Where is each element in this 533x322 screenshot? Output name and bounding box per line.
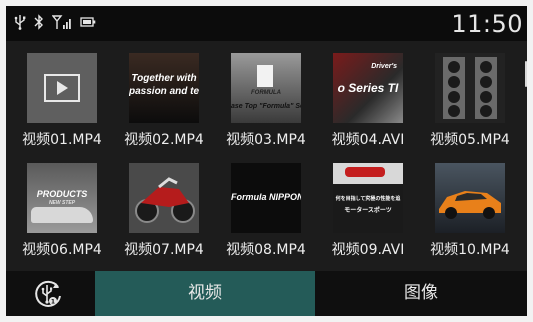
- thumbnail: Together with passion and tec: [129, 53, 199, 123]
- svg-text:1: 1: [51, 299, 55, 306]
- file-item[interactable]: 视频05.MP4: [420, 41, 520, 148]
- file-item[interactable]: PRODUCTS NEW STEP 视频06.MP4: [12, 151, 112, 258]
- file-grid: 视频01.MP4 Together with passion and tec 视…: [6, 41, 527, 271]
- motorcycle-image: [135, 177, 195, 223]
- thumbnail: FORMULA ase Top "Formula" Serie: [231, 53, 301, 123]
- thumb-caption: FORMULA: [251, 90, 281, 96]
- scrollbar[interactable]: [525, 61, 527, 87]
- thumbnail: [435, 163, 505, 233]
- thumb-caption: passion and tec: [129, 86, 199, 97]
- media-screen: 11:50 视频01.MP4 Together with passion and…: [6, 6, 527, 316]
- bluetooth-icon: [34, 14, 43, 30]
- status-bar: 11:50: [6, 6, 527, 41]
- bottom-bar: 1 视频 图像: [6, 271, 527, 316]
- thumb-caption: o Series TI: [337, 81, 399, 95]
- file-name: 视频06.MP4: [22, 242, 102, 258]
- file-item[interactable]: 视频01.MP4: [12, 41, 112, 148]
- thumb-caption: Formula NIPPON: [231, 192, 301, 202]
- file-name: 视频08.MP4: [226, 242, 306, 258]
- engine-image: [443, 57, 497, 119]
- file-name: 视频05.MP4: [430, 132, 510, 148]
- file-name: 视频02.MP4: [124, 132, 204, 148]
- file-name: 视频04.AVI: [331, 132, 405, 148]
- thumbnail: 何を目指して究極の性能を追 モータースポーツ: [333, 163, 403, 233]
- file-name: 视频01.MP4: [22, 132, 102, 148]
- tab-image[interactable]: 图像: [315, 271, 527, 316]
- thumbnail: PRODUCTS NEW STEP: [27, 163, 97, 233]
- file-item[interactable]: FORMULA ase Top "Formula" Serie 视频03.MP4: [216, 41, 316, 148]
- battery-icon: [80, 17, 96, 27]
- thumb-caption: モータースポーツ: [344, 208, 392, 214]
- thumb-caption: ase Top "Formula" Serie: [231, 103, 301, 110]
- play-icon: [44, 74, 80, 102]
- thumbnail: Driver's o Series TI: [333, 53, 403, 123]
- file-name: 视频03.MP4: [226, 132, 306, 148]
- car-image: [439, 191, 501, 219]
- thumb-caption: PRODUCTS: [36, 189, 88, 199]
- file-item[interactable]: Together with passion and tec 视频02.MP4: [114, 41, 214, 148]
- thumbnail: Formula NIPPON: [231, 163, 301, 233]
- file-item[interactable]: 何を目指して究極の性能を追 モータースポーツ 视频09.AVI: [318, 151, 418, 258]
- file-item[interactable]: 视频10.MP4: [420, 151, 520, 258]
- file-name: 视频07.MP4: [124, 242, 204, 258]
- status-icons: [14, 14, 96, 30]
- thumbnail: [27, 53, 97, 123]
- clock: 11:50: [451, 10, 523, 38]
- file-item[interactable]: Formula NIPPON 视频08.MP4: [216, 151, 316, 258]
- thumb-caption: Together with: [131, 73, 197, 84]
- signal-icon: [52, 15, 71, 29]
- file-item[interactable]: Driver's o Series TI 视频04.AVI: [318, 41, 418, 148]
- thumbnail: [129, 163, 199, 233]
- file-name: 视频10.MP4: [430, 242, 510, 258]
- thumbnail: [435, 53, 505, 123]
- usb-icon: [14, 15, 26, 30]
- thumb-caption: NEW STEP: [48, 200, 76, 206]
- file-item[interactable]: 视频07.MP4: [114, 151, 214, 258]
- file-name: 视频09.AVI: [331, 242, 405, 258]
- thumb-caption: Driver's: [371, 63, 397, 70]
- usb-source-icon[interactable]: 1: [32, 278, 64, 310]
- thumb-caption: 何を目指して究極の性能を追: [335, 196, 401, 202]
- tab-video[interactable]: 视频: [95, 271, 315, 316]
